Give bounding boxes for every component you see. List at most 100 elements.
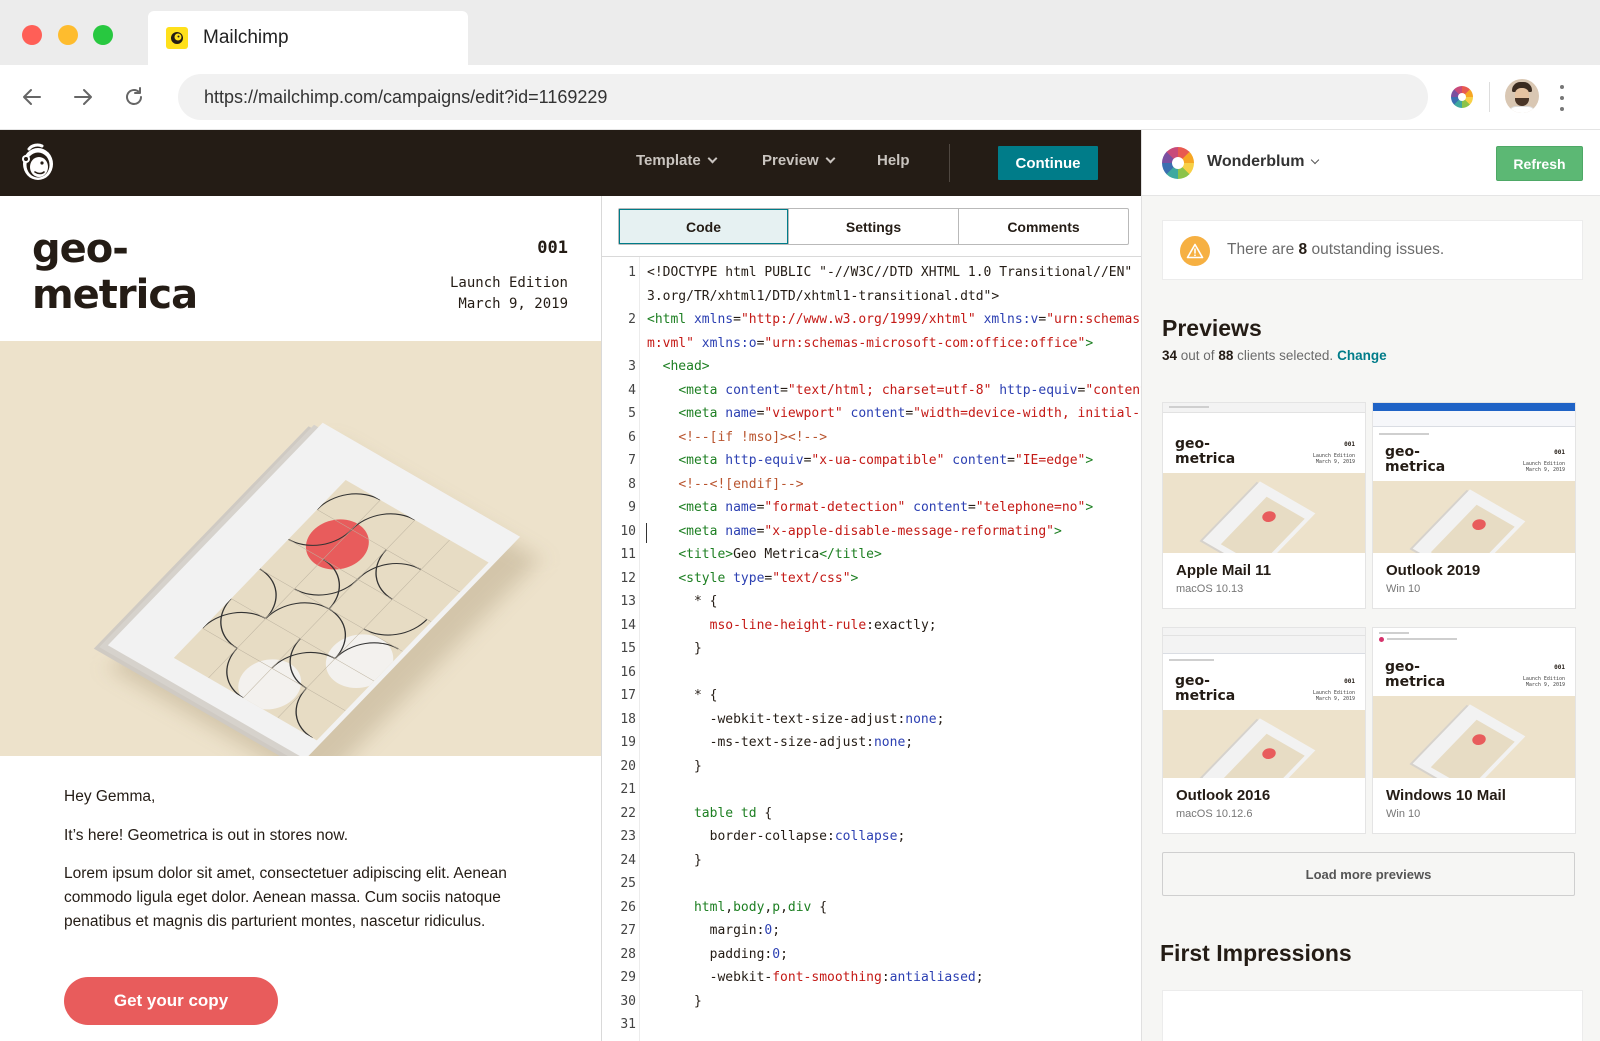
header-divider <box>949 144 950 182</box>
code-line[interactable]: 8 <!--<![endif]--> <box>602 473 1141 497</box>
code-line[interactable]: 21 <box>602 778 1141 802</box>
email-greeting: Hey Gemma, <box>64 788 156 805</box>
code-text: padding:0; <box>647 946 788 962</box>
address-bar[interactable]: https://mailchimp.com/campaigns/edit?id=… <box>178 74 1428 120</box>
line-number: 22 <box>620 805 636 821</box>
email-intro: It’s here! Geometrica is out in stores n… <box>64 827 349 844</box>
chevron-down-icon <box>707 153 718 164</box>
get-your-copy-button[interactable]: Get your copy <box>64 977 278 1025</box>
forward-arrow-icon[interactable] <box>68 82 98 112</box>
code-text: <meta http-equiv="x-ua-compatible" conte… <box>678 453 1094 468</box>
code-line[interactable]: 13 * { <box>602 590 1141 614</box>
issues-banner[interactable]: There are 8 outstanding issues. <box>1162 220 1583 280</box>
window-maximize-button[interactable] <box>93 25 113 45</box>
line-number: 23 <box>620 829 636 844</box>
code-text: <meta name="viewport" content="width=dev… <box>678 406 1141 421</box>
line-number: 3 <box>628 359 636 374</box>
code-line[interactable]: 9 <meta name="format-detection" content=… <box>602 496 1141 520</box>
code-line[interactable]: 25 <box>602 872 1141 896</box>
chevron-down-icon <box>1311 155 1320 165</box>
preview-card-outlook-2019[interactable]: geo-metrica 001 Launch Edition March 9, 2… <box>1372 402 1576 609</box>
preview-card-apple-mail[interactable]: geo-metrica 001 Launch Edition March 9, 2… <box>1162 402 1366 609</box>
warning-icon <box>1180 236 1210 266</box>
line-number: 28 <box>620 946 636 962</box>
line-number: 19 <box>620 735 636 750</box>
code-line[interactable]: 18 -webkit-text-size-adjust:none; <box>602 708 1141 732</box>
code-line[interactable]: 16 <box>602 661 1141 685</box>
book-pattern <box>173 479 489 741</box>
tab-code[interactable]: Code <box>619 209 789 244</box>
code-area[interactable]: 1 <!DOCTYPE html PUBLIC "-//W3C//DTD XHTM… <box>602 256 1141 1041</box>
window-close-button[interactable] <box>22 25 42 45</box>
code-line[interactable]: 29 -webkit-font-smoothing:antialiased; <box>602 966 1141 990</box>
code-line[interactable]: 24 } <box>602 849 1141 873</box>
code-line[interactable]: 3 <head> <box>602 355 1141 379</box>
email-brand: geo- metrica <box>32 226 198 318</box>
code-line[interactable]: 1 <!DOCTYPE html PUBLIC "-//W3C//DTD XHTM… <box>602 261 1141 285</box>
browser-toolbar: https://mailchimp.com/campaigns/edit?id=… <box>0 65 1600 130</box>
code-line[interactable]: 28 padding:0; <box>602 943 1141 967</box>
load-more-previews-button[interactable]: Load more previews <box>1162 852 1575 896</box>
code-line[interactable]: 10 <meta name="x-apple-disable-message-r… <box>602 520 1141 544</box>
code-line[interactable]: 19 -ms-text-size-adjust:none; <box>602 731 1141 755</box>
code-text: <meta name="x-apple-disable-message-refo… <box>678 523 1062 539</box>
org-switcher[interactable]: Wonderblum <box>1207 153 1320 171</box>
continue-button[interactable]: Continue <box>998 146 1098 180</box>
line-number: 6 <box>628 429 636 445</box>
preview-card-outlook-2016[interactable]: geo-metrica 001 Launch Edition March 9, 2… <box>1162 627 1366 834</box>
extension-color-wheel-icon[interactable] <box>1451 86 1473 108</box>
org-logo-icon <box>1162 147 1194 179</box>
code-line[interactable]: 4 <meta content="text/html; charset=utf-… <box>602 379 1141 403</box>
menu-help[interactable]: Help <box>877 152 910 169</box>
email-paragraph: Lorem ipsum dolor sit amet, consectetuer… <box>64 865 507 930</box>
back-arrow-icon[interactable] <box>17 82 47 112</box>
code-line[interactable]: 14 mso-line-height-rule:exactly; <box>602 614 1141 638</box>
preview-thumbnail: geo-metrica 001 Launch Edition March 9, 2… <box>1373 403 1575 553</box>
code-line[interactable]: m:vml" xmlns:o="urn:schemas-microsoft-co… <box>602 332 1141 356</box>
code-line[interactable]: 30 } <box>602 990 1141 1014</box>
change-clients-link[interactable]: Change <box>1337 348 1387 363</box>
line-number: 12 <box>620 570 636 586</box>
line-number: 16 <box>620 664 636 680</box>
code-line[interactable]: 20 } <box>602 755 1141 779</box>
code-line[interactable]: 27 margin:0; <box>602 919 1141 943</box>
code-text: table td { <box>693 805 773 821</box>
code-line[interactable]: 2 <html xmlns="http://www.w3.org/1999/xht… <box>602 308 1141 332</box>
tab-settings[interactable]: Settings <box>789 209 959 244</box>
code-text: } <box>647 852 702 868</box>
code-line[interactable]: 6 <!--[if !mso]><!--> <box>602 426 1141 450</box>
code-line[interactable]: 7 <meta http-equiv="x-ua-compatible" con… <box>602 449 1141 473</box>
window-minimize-button[interactable] <box>58 25 78 45</box>
code-line[interactable]: 11 <title>Geo Metrica</title> <box>602 543 1141 567</box>
browser-tab[interactable]: Mailchimp <box>148 11 468 65</box>
code-line[interactable]: 23 border-collapse:collapse; <box>602 825 1141 849</box>
code-line[interactable]: 12 <style type="text/css"> <box>602 567 1141 591</box>
code-line[interactable]: 17 * { <box>602 684 1141 708</box>
line-number: 1 <box>628 265 636 280</box>
code-text: margin:0; <box>647 923 781 938</box>
code-line[interactable]: 31 <box>602 1013 1141 1037</box>
line-number: 9 <box>628 500 636 515</box>
code-line[interactable]: 15 } <box>602 637 1141 661</box>
profile-avatar[interactable] <box>1505 79 1539 113</box>
code-line[interactable]: 5 <meta name="viewport" content="width=d… <box>602 402 1141 426</box>
code-line[interactable]: 26 html,body,p,div { <box>602 896 1141 920</box>
code-editor-panel: Code Settings Comments 1 <!DOCTYPE html P… <box>601 196 1141 1041</box>
code-text: html,body,p,div { <box>693 899 828 915</box>
code-text: mso-line-height-rule:exactly; <box>709 617 937 633</box>
preview-client-name: Windows 10 Mail <box>1386 787 1506 804</box>
line-number: 11 <box>620 547 636 562</box>
menu-preview[interactable]: Preview <box>762 152 836 169</box>
refresh-button[interactable]: Refresh <box>1496 146 1583 181</box>
tab-comments[interactable]: Comments <box>959 209 1128 244</box>
line-number: 20 <box>620 758 636 774</box>
code-line[interactable]: 3.org/TR/xhtml1/DTD/xhtml1-transitional.… <box>602 285 1141 309</box>
code-line[interactable]: 22 table td { <box>602 802 1141 826</box>
browser-menu-kebab-icon[interactable] <box>1557 85 1567 111</box>
menu-template[interactable]: Template <box>636 152 718 169</box>
mailchimp-logo-icon[interactable] <box>17 141 57 183</box>
preview-card-windows-mail[interactable]: geo-metrica 001 Launch Edition March 9, 2… <box>1372 627 1576 834</box>
url-text: https://mailchimp.com/campaigns/edit?id=… <box>204 87 608 107</box>
reload-icon[interactable] <box>119 82 149 112</box>
line-number: 8 <box>628 476 636 492</box>
